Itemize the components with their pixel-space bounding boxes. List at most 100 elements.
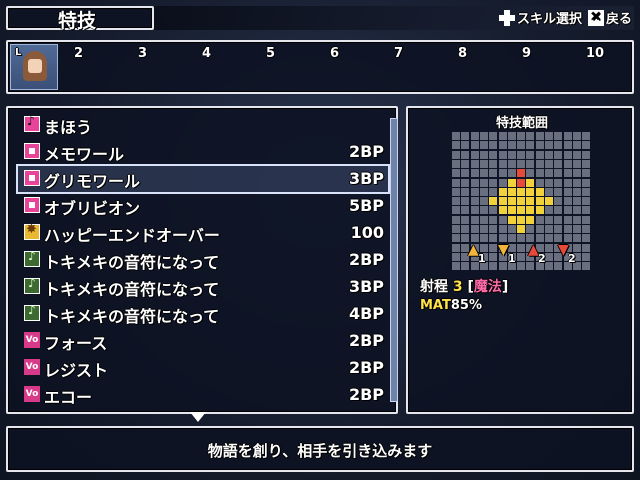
party-slot[interactable]: 2	[74, 46, 83, 61]
range-cell	[582, 234, 591, 243]
range-cell	[526, 159, 535, 168]
skill-description: 物語を創り、相手を引き込みます	[207, 442, 433, 460]
range-title: 特技範囲	[495, 116, 548, 131]
range-cell	[507, 169, 516, 178]
range-cell	[452, 243, 460, 252]
range-cell	[572, 178, 581, 187]
party-slot[interactable]: 3	[138, 46, 147, 61]
skill-name: ハッピーエンドオーバー	[44, 226, 220, 245]
range-cell	[507, 132, 516, 140]
range-cell	[582, 243, 591, 252]
range-cell	[572, 132, 581, 140]
marker-number: 2	[538, 252, 546, 265]
range-cell	[563, 187, 572, 196]
range-cell	[526, 187, 535, 196]
range-cell	[489, 132, 498, 140]
range-cell	[498, 141, 507, 150]
range-cell	[507, 197, 516, 206]
pink-square-icon	[24, 143, 40, 159]
range-cell	[479, 206, 488, 215]
range-cell	[535, 132, 544, 140]
range-cell	[572, 215, 581, 224]
range-cell	[517, 132, 526, 140]
range-label: 射程	[420, 279, 448, 295]
range-cell	[535, 150, 544, 159]
range-cell	[535, 197, 544, 206]
range-cell	[507, 206, 516, 215]
range-cell	[582, 141, 591, 150]
skill-row[interactable]: Vo エコー 2BP	[18, 382, 388, 408]
party-slot[interactable]: 8	[458, 46, 467, 61]
range-cell	[554, 225, 563, 233]
height-down-marker: ▼ 2	[556, 242, 580, 266]
description-window: 物語を創り、相手を引き込みます	[6, 426, 634, 472]
range-cell	[582, 187, 591, 196]
skill-cost: 2BP	[348, 250, 384, 269]
skill-row[interactable]: トキメキの音符になって 2BP	[18, 247, 388, 273]
dpad-icon	[498, 9, 515, 26]
range-cell	[452, 252, 460, 261]
party-slot[interactable]: 10	[586, 46, 604, 61]
range-cell	[572, 141, 581, 150]
range-cell	[479, 187, 488, 196]
party-slot[interactable]: 6	[330, 46, 339, 61]
marker-number: 2	[568, 252, 576, 265]
scrollbar[interactable]	[390, 118, 398, 402]
party-slot[interactable]: 7	[394, 46, 403, 61]
range-cell	[554, 159, 563, 168]
skill-cost: 100	[350, 223, 384, 242]
range-cell	[554, 169, 563, 178]
range-cell	[470, 150, 479, 159]
x-button-icon[interactable]: ✕	[587, 9, 604, 26]
skill-row[interactable]: トキメキの音符になって 4BP	[18, 301, 388, 327]
skill-row[interactable]: Vo レジスト 2BP	[18, 355, 388, 381]
range-cell	[563, 215, 572, 224]
range-cell	[572, 187, 581, 196]
hint-back[interactable]: 戻る	[606, 8, 632, 27]
range-cell	[498, 206, 507, 215]
character-portrait[interactable]: L	[10, 44, 58, 90]
range-cell	[452, 262, 460, 271]
range-cell	[479, 215, 488, 224]
range-cell	[498, 178, 507, 187]
skill-name: トキメキの音符になって	[44, 253, 220, 272]
range-cell	[470, 178, 479, 187]
party-bar: L 2 3 4 5 6 7 8 9 10	[6, 40, 634, 94]
range-cell	[517, 150, 526, 159]
skill-row[interactable]: まほう	[18, 112, 388, 138]
range-cell	[545, 225, 553, 233]
skill-row[interactable]: トキメキの音符になって 3BP	[18, 274, 388, 300]
vo-icon: Vo	[24, 332, 40, 348]
skill-name: グリモワール	[44, 172, 141, 191]
marker-number: 1	[478, 252, 486, 265]
range-cell	[452, 197, 460, 206]
range-cell	[545, 215, 553, 224]
party-slot[interactable]: 4	[202, 46, 211, 61]
skill-row[interactable]: Vo フォース 2BP	[18, 328, 388, 354]
range-cell	[452, 178, 460, 187]
skill-row[interactable]: オブリビオン 5BP	[18, 193, 388, 219]
mat-info: MAT85%	[420, 298, 482, 313]
range-cell	[452, 141, 460, 150]
skill-row-selected[interactable]: グリモワール 3BP	[16, 164, 390, 194]
range-cell	[470, 197, 479, 206]
skill-row[interactable]: ハッピーエンドオーバー 100	[18, 220, 388, 246]
magic-icon	[24, 114, 40, 132]
height-up-marker: ▲ 2	[526, 242, 550, 266]
range-cell	[461, 215, 470, 224]
range-cell	[489, 197, 498, 206]
skill-row[interactable]: メモワール 2BP	[18, 139, 388, 165]
range-cell	[545, 187, 553, 196]
note-icon	[24, 303, 40, 321]
range-cell	[452, 215, 460, 224]
party-slot[interactable]: 5	[266, 46, 275, 61]
range-cell	[563, 225, 572, 233]
range-cell	[554, 141, 563, 150]
skill-cost: 4BP	[348, 304, 384, 323]
range-cell	[507, 187, 516, 196]
range-cell	[489, 169, 498, 178]
party-slot[interactable]: 9	[522, 46, 531, 61]
scroll-down-icon[interactable]	[190, 412, 206, 422]
range-type: 魔法	[473, 279, 502, 295]
range-cell	[582, 132, 591, 140]
